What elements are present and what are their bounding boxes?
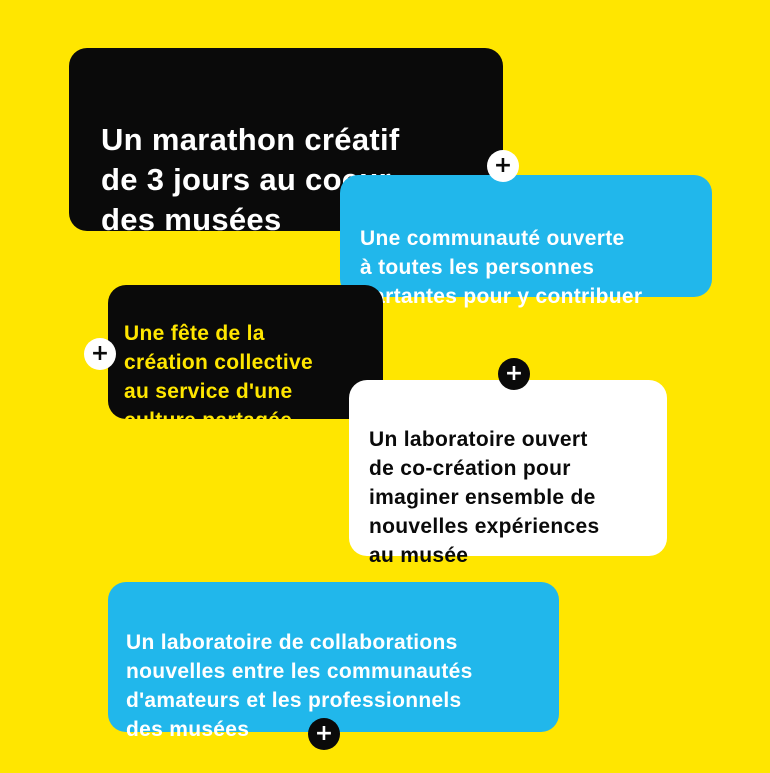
plus-icon: + <box>498 358 530 390</box>
card-communaute-text: Une communauté ouverte à toutes les pers… <box>360 227 643 308</box>
plus-icon: + <box>487 150 519 182</box>
plus-icon: + <box>84 338 116 370</box>
card-laboratoire-collaborations: Un laboratoire de collaborations nouvell… <box>108 582 559 741</box>
card-communaute: Une communauté ouverte à toutes les pers… <box>340 175 712 308</box>
card-fete-text: Une fête de la création collective au se… <box>124 322 313 432</box>
card-laboratoire-ouvert: Un laboratoire ouvert de co-création pou… <box>349 380 667 567</box>
plus-icon: + <box>308 718 340 750</box>
card-fete: Une fête de la création collective au se… <box>108 285 383 432</box>
card-laboratoire-ouvert-text: Un laboratoire ouvert de co-création pou… <box>369 428 600 567</box>
card-laboratoire-collaborations-text: Un laboratoire de collaborations nouvell… <box>126 631 473 741</box>
